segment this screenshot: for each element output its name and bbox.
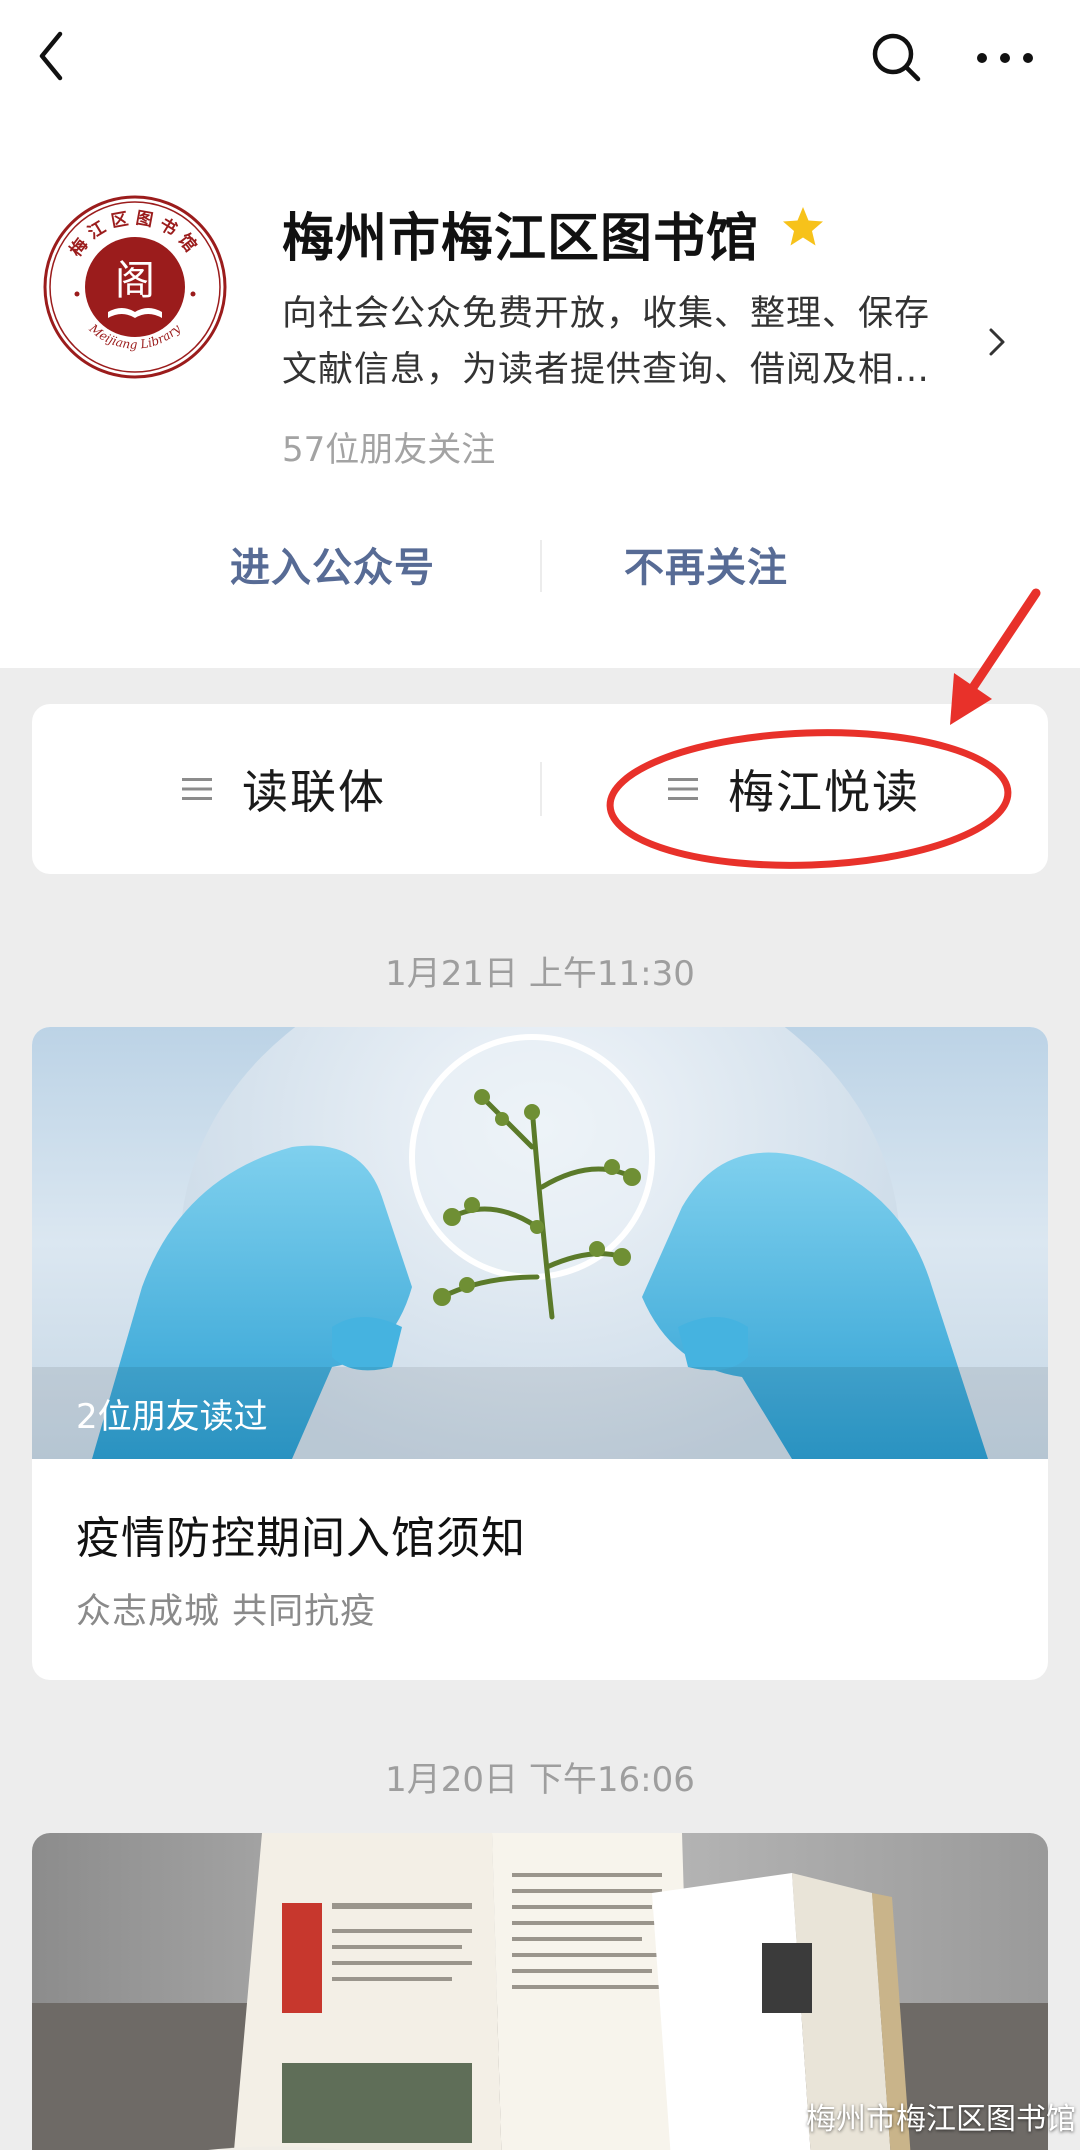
friends-read-badge: 2位朋友读过 (76, 1397, 268, 1437)
account-name: 梅州市梅江区图书馆 (282, 209, 760, 269)
search-button[interactable] (868, 26, 924, 86)
annotation-arrow-icon (950, 588, 1041, 725)
article-card[interactable]: 2位朋友读过 疫情防控期间入馆须知 众志成城 共同抗疫 (32, 1027, 1048, 1680)
menu-item-label: 读联体 (242, 765, 386, 819)
article-timestamp: 1月20日 下午16:06 (385, 1760, 695, 1800)
followers-count: 57位朋友关注 (282, 430, 496, 470)
watermark-text: 梅州市梅江区图书馆 (806, 2102, 1076, 2137)
account-description[interactable]: 向社会公众免费开放，收集、整理、保存 文献信息，为读者提供查询、借阅及相… (282, 286, 982, 398)
search-icon (872, 33, 921, 82)
watermark: 梅州市梅江区图书馆 (760, 2094, 1076, 2138)
back-button[interactable] (30, 26, 80, 86)
star-icon (783, 207, 823, 246)
menu-item-dulianti[interactable]: 读联体 (182, 704, 386, 874)
divider (540, 540, 542, 592)
wechat-icon (760, 2101, 794, 2128)
article-timestamp: 1月21日 上午11:30 (385, 954, 695, 994)
account-avatar[interactable]: 梅江区图书馆 Meijiang Library 阁 (42, 194, 228, 380)
highlight-ellipse (606, 729, 1012, 869)
chevron-right-icon[interactable] (985, 322, 1009, 362)
more-button[interactable] (970, 26, 1040, 86)
library-logo: 梅江区图书馆 Meijiang Library 阁 (43, 195, 227, 379)
svg-text:阁: 阁 (115, 258, 155, 304)
description-line: 文献信息，为读者提供查询、借阅及相… (282, 350, 931, 390)
top-bar (0, 0, 1080, 120)
back-icon (39, 31, 63, 81)
enter-account-button[interactable]: 进入公众号 (230, 535, 435, 593)
more-icon (977, 53, 1033, 63)
article-title: 疫情防控期间入馆须知 (76, 1513, 526, 1564)
unfollow-button[interactable]: 不再关注 (624, 535, 788, 593)
menu-list-icon (182, 778, 212, 800)
account-profile: 梅江区图书馆 Meijiang Library 阁 梅州市梅江区图书馆 向社会公… (0, 0, 1080, 668)
divider (540, 762, 542, 816)
description-line: 向社会公众免费开放，收集、整理、保存 (282, 294, 931, 334)
article-summary: 众志成城 共同抗疫 (76, 1592, 377, 1632)
